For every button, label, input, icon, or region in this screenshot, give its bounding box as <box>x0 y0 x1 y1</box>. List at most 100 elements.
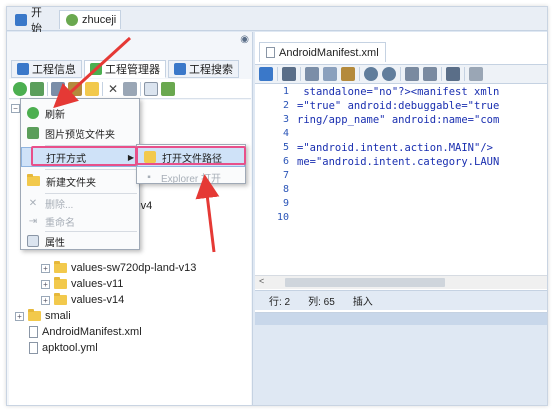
menu-item-image-preview[interactable]: 图片预览文件夹 <box>21 123 139 143</box>
output-panel-header <box>255 313 547 325</box>
tab-project-info-label: 工程信息 <box>32 64 76 76</box>
folder-icon[interactable] <box>85 81 99 96</box>
file-icon <box>266 47 275 58</box>
document-tab-bar: 开始 zhuceji <box>7 7 547 35</box>
highlight-open-with <box>31 146 137 166</box>
menu-item-new-folder[interactable]: 新建文件夹 <box>21 171 139 191</box>
tree-item[interactable]: AndroidManifest.xml <box>29 324 142 340</box>
project-panel-tabs: 工程信息 工程管理器 工程搜索 <box>11 60 239 80</box>
code-editor[interactable]: 1 2 3 4 5 6 7 8 9 10 standalone="no"?><m… <box>255 84 547 276</box>
editor-toolbar <box>255 64 547 84</box>
image-icon <box>27 127 39 139</box>
home-icon <box>15 13 27 26</box>
tree-item-label: values-v14 <box>71 294 125 306</box>
line-number: 7 <box>282 170 289 181</box>
menu-item-refresh-label: 刷新 <box>45 109 65 121</box>
line-number: 5 <box>282 142 289 153</box>
status-row: 行: 2 <box>269 297 291 308</box>
line-number: 6 <box>282 156 289 167</box>
paste-icon[interactable] <box>68 81 82 96</box>
line-number: 2 <box>282 100 289 111</box>
xml-file-icon <box>29 326 38 338</box>
menu-separator <box>45 169 137 170</box>
project-manager-icon <box>90 63 102 75</box>
cut-icon[interactable] <box>323 67 337 81</box>
delete-icon[interactable]: ✕ <box>106 81 120 96</box>
tree-item-label: apktool.yml <box>42 342 98 354</box>
copy-icon[interactable] <box>51 81 65 96</box>
tree-item[interactable]: apktool.yml <box>29 340 98 356</box>
expand-icon[interactable]: + <box>15 311 24 321</box>
tab-project-manager[interactable]: 工程管理器 <box>84 60 166 78</box>
copy-icon[interactable] <box>305 67 319 81</box>
editor-tab-title: AndroidManifest.xml <box>279 46 379 59</box>
properties-icon <box>27 235 39 247</box>
menu-item-explorer-open-label: Explorer 打开 <box>161 173 222 185</box>
line-number: 3 <box>282 114 289 125</box>
output-panel <box>255 312 547 405</box>
tree-item[interactable]: + values-v14 <box>41 292 124 308</box>
add-icon[interactable] <box>161 81 175 96</box>
tab-androidmanifest[interactable]: AndroidManifest.xml <box>259 42 386 62</box>
toolbar-separator <box>441 67 442 81</box>
menu-item-properties-label: 属性 <box>45 237 65 249</box>
tab-project-search-label: 工程搜索 <box>189 64 233 76</box>
tree-item[interactable]: + smali <box>15 308 71 324</box>
search-icon <box>174 63 186 75</box>
forward-icon[interactable] <box>423 67 437 81</box>
code-line: ="android.intent.action.MAIN"/> <box>297 142 493 154</box>
expand-icon[interactable]: + <box>41 295 50 305</box>
menu-item-delete[interactable]: ✕ 删除... <box>21 193 139 213</box>
menu-item-rename-label: 重命名 <box>45 217 75 229</box>
rename-icon: ⇥ <box>28 215 38 227</box>
refresh-icon[interactable] <box>13 81 27 96</box>
menu-item-rename[interactable]: ⇥ 重命名 <box>21 211 139 231</box>
folder-icon <box>54 293 67 305</box>
redo-icon[interactable] <box>382 67 396 81</box>
toolbar-separator <box>400 67 401 81</box>
scrollbar-thumb[interactable] <box>285 278 445 287</box>
menu-item-refresh[interactable]: 刷新 <box>21 103 139 123</box>
line-number: 9 <box>282 198 289 209</box>
toolbar-separator <box>47 81 48 96</box>
undo-icon[interactable] <box>364 67 378 81</box>
folder-icon <box>54 261 67 273</box>
rename-icon[interactable] <box>123 81 137 96</box>
file-icon[interactable] <box>144 81 158 96</box>
panel-options-icon[interactable]: ◉ <box>240 34 249 45</box>
line-number: 10 <box>276 212 289 223</box>
format-icon[interactable] <box>446 67 460 81</box>
horizontal-scrollbar[interactable]: < <box>255 275 547 289</box>
download-icon[interactable] <box>469 67 483 81</box>
panel-header: ◉ <box>7 32 253 46</box>
code-line: standalone="no"?><manifest xmln <box>297 86 500 98</box>
back-icon[interactable] <box>405 67 419 81</box>
expand-icon[interactable]: + <box>41 263 50 273</box>
gear-icon <box>66 14 78 26</box>
tree-item-label: values-sw720dp-land-v13 <box>71 262 197 274</box>
file-icon <box>29 342 38 354</box>
scroll-left-icon[interactable]: < <box>259 276 264 286</box>
menu-item-properties[interactable]: 属性 <box>21 231 139 251</box>
line-number: 4 <box>282 128 289 139</box>
info-icon <box>17 63 29 75</box>
tree-item[interactable]: + values-v11 <box>41 276 123 292</box>
lock-icon[interactable] <box>259 67 273 81</box>
toolbar-separator <box>277 67 278 81</box>
image-icon[interactable] <box>30 81 44 96</box>
tab-project-info[interactable]: 工程信息 <box>11 60 82 78</box>
menu-item-explorer-open[interactable]: ▪ Explorer 打开 <box>137 167 245 187</box>
tab-project-search[interactable]: 工程搜索 <box>168 60 239 78</box>
paste-icon[interactable] <box>341 67 355 81</box>
status-bar: 行: 2 列: 65 插入 <box>255 290 547 310</box>
expand-icon[interactable]: + <box>41 279 50 289</box>
tab-project[interactable]: zhuceji <box>59 10 121 29</box>
tree-item[interactable]: + values-sw720dp-land-v13 <box>41 260 196 276</box>
toolbar-separator <box>464 67 465 81</box>
tab-start[interactable]: 开始 <box>9 7 57 35</box>
explorer-icon: ▪ <box>147 171 151 183</box>
save-icon[interactable] <box>282 67 296 81</box>
tab-project-label: zhuceji <box>82 14 117 26</box>
collapse-icon[interactable]: − <box>11 103 20 113</box>
editor-panel: AndroidManifest.xml 1 2 3 4 5 6 7 8 9 10… <box>255 32 547 405</box>
